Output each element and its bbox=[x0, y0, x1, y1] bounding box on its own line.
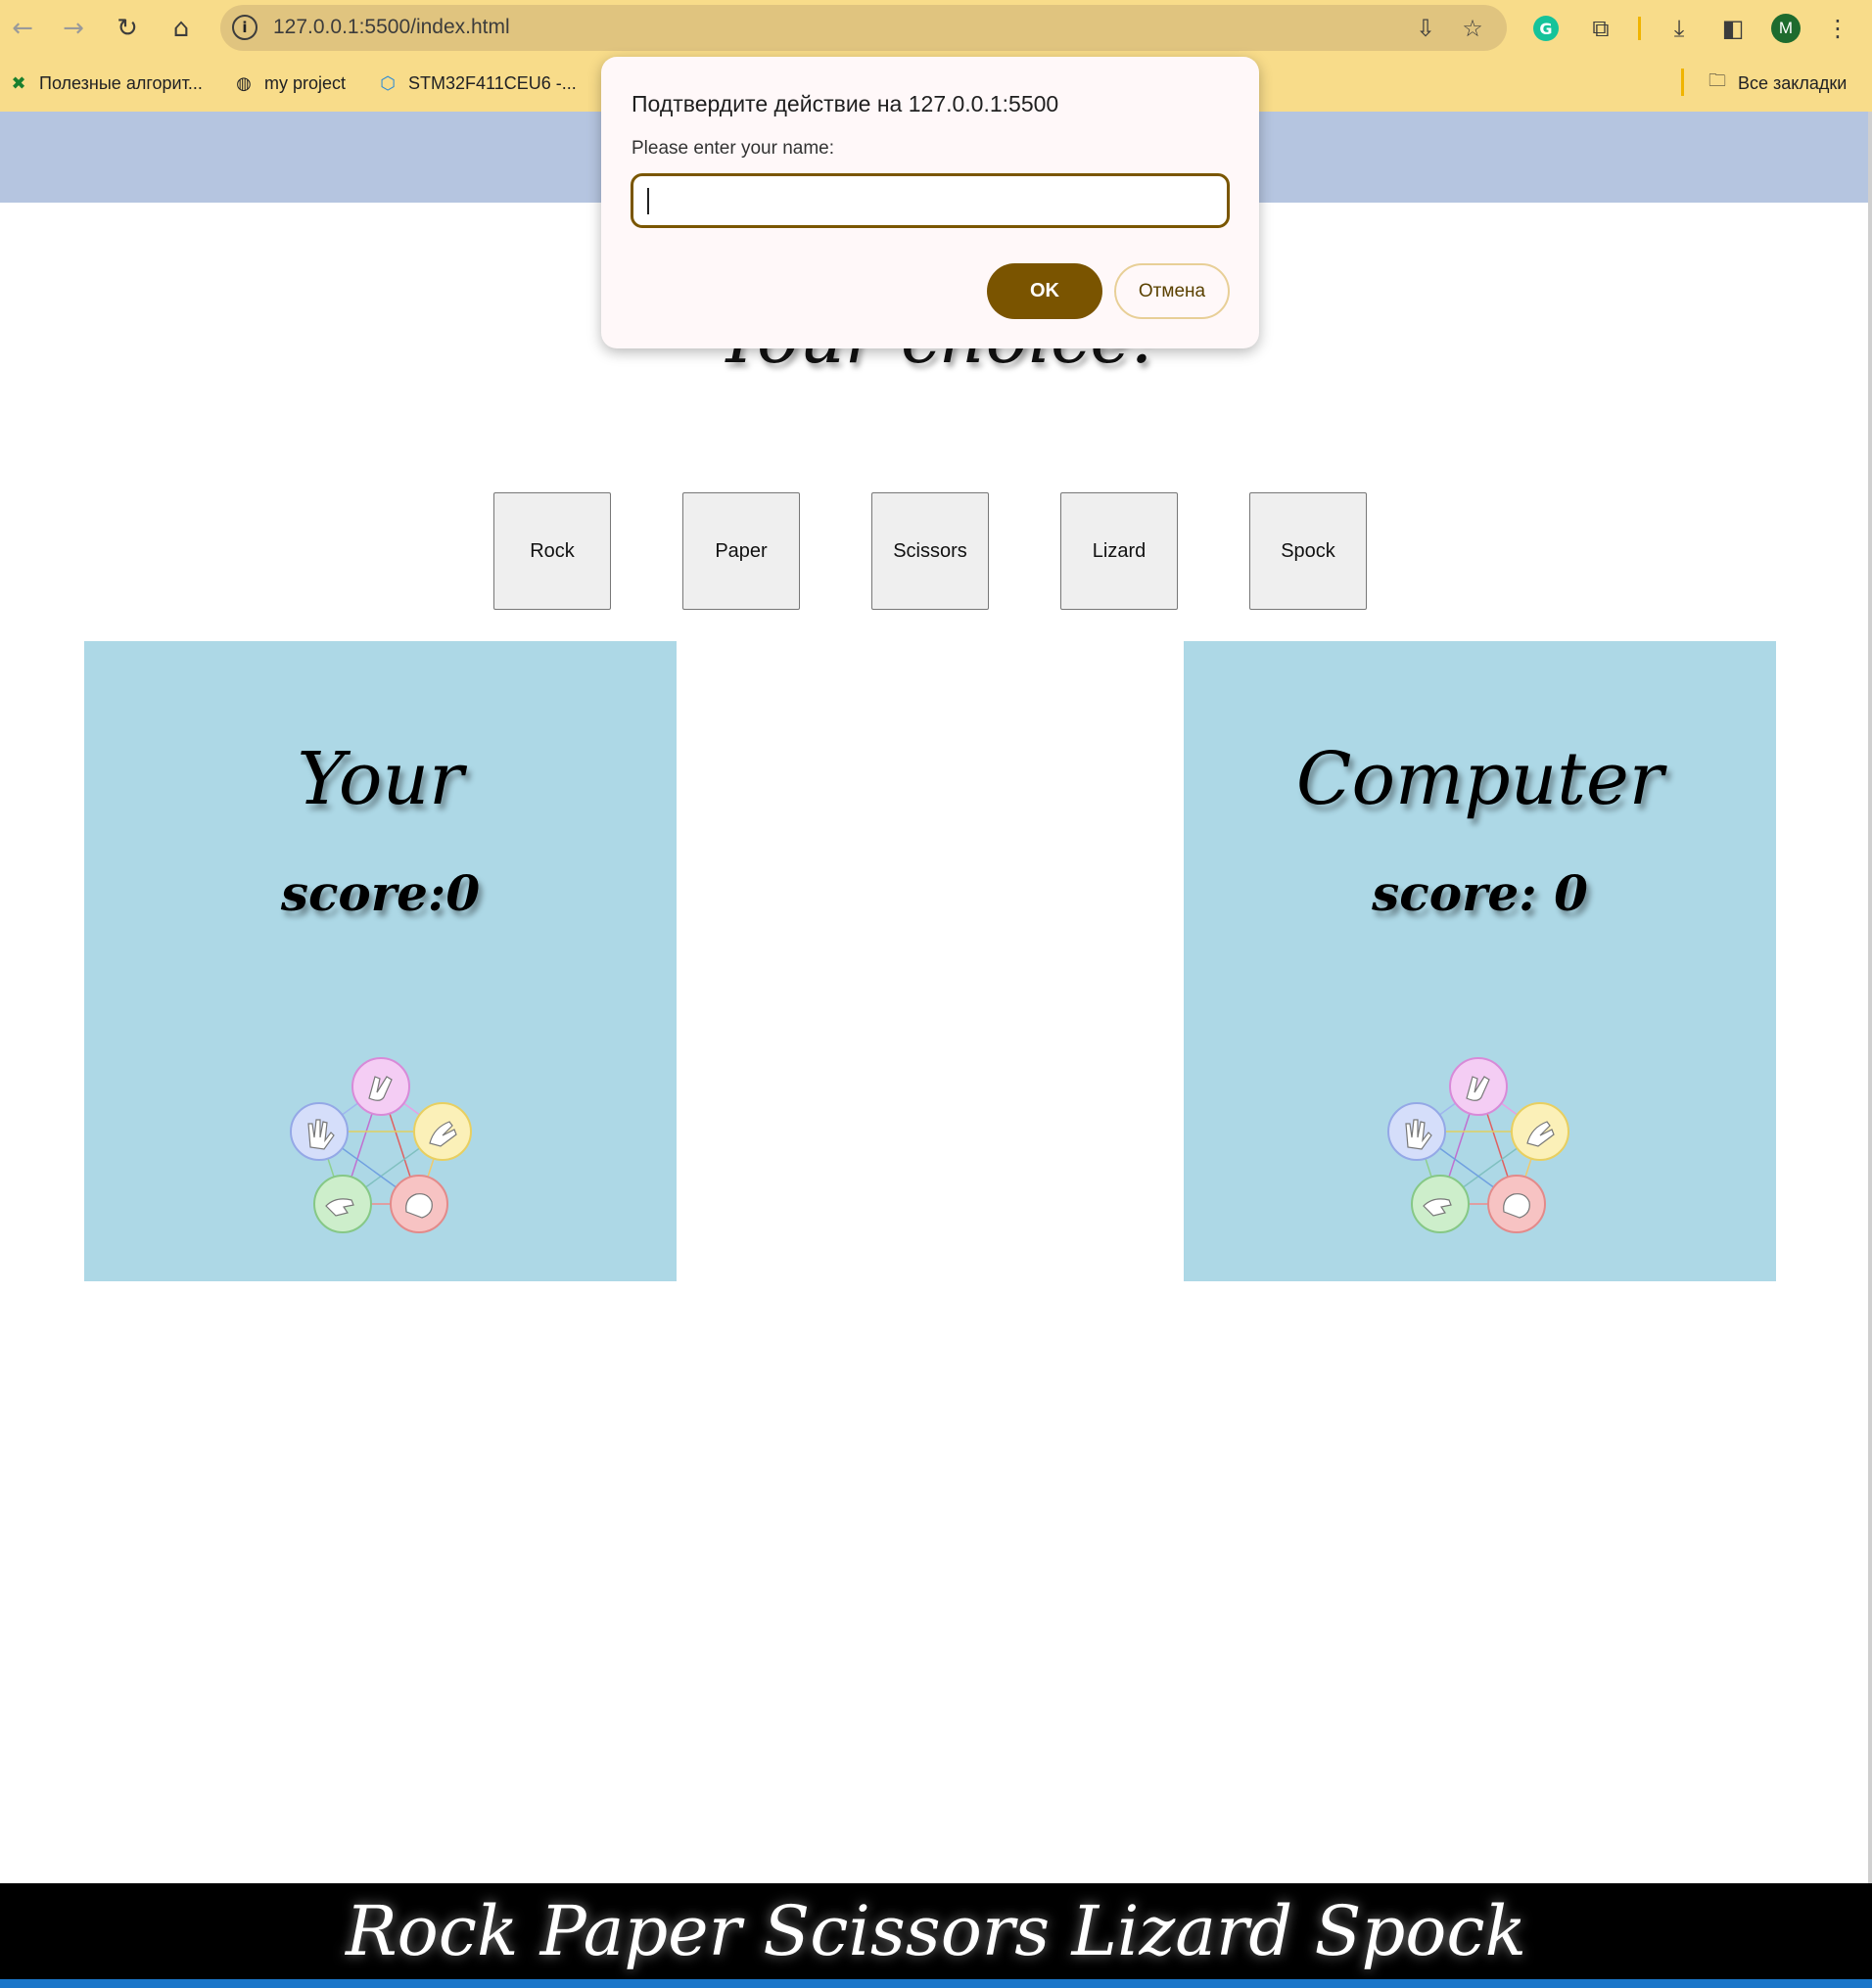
bookmark-item[interactable]: ⬡ STM32F411CEU6 -... bbox=[377, 69, 577, 98]
lizard-button[interactable]: Lizard bbox=[1060, 492, 1178, 610]
dialog-title: Подтвердите действие на 127.0.0.1:5500 bbox=[632, 91, 1059, 116]
rpsls-diagram-icon bbox=[1387, 1057, 1569, 1233]
downloads-icon[interactable]: ⤓ bbox=[1663, 13, 1695, 44]
url-text[interactable]: 127.0.0.1:5500/index.html bbox=[273, 16, 510, 39]
prompt-dialog: Подтвердите действие на 127.0.0.1:5500 P… bbox=[601, 57, 1259, 348]
bookmark-item[interactable]: ◍ my project bbox=[233, 69, 346, 98]
computer-panel-title: Computer bbox=[1295, 737, 1664, 821]
site-info-icon[interactable]: i bbox=[232, 15, 257, 40]
ok-button[interactable]: OK bbox=[987, 263, 1102, 319]
grammarly-icon[interactable]: G bbox=[1530, 13, 1562, 44]
text-caret bbox=[647, 188, 649, 214]
dialog-message: Please enter your name: bbox=[632, 138, 835, 159]
rpsls-diagram-icon bbox=[290, 1057, 472, 1233]
globe-icon: ◍ bbox=[236, 72, 252, 94]
bookmark-label: my project bbox=[264, 72, 347, 93]
menu-icon[interactable]: ⋮ bbox=[1822, 13, 1853, 44]
profile-avatar[interactable]: M bbox=[1770, 13, 1802, 44]
home-icon[interactable]: ⌂ bbox=[164, 12, 198, 45]
bookmark-star-icon[interactable]: ☆ bbox=[1457, 13, 1488, 44]
player-score: score:0 bbox=[280, 864, 481, 922]
bookmarks-divider bbox=[1681, 69, 1684, 96]
computer-score: score: 0 bbox=[1372, 864, 1588, 922]
footer-title: Rock Paper Scissors Lizard Spock bbox=[345, 1891, 1527, 1971]
bookmark-label: Полезные алгорит... bbox=[39, 72, 203, 93]
all-bookmarks-label: Все закладки bbox=[1738, 72, 1848, 93]
hexagon-icon: ⬡ bbox=[380, 72, 396, 94]
all-bookmarks[interactable]: 🗀 Все закладки bbox=[1707, 69, 1847, 98]
name-input[interactable] bbox=[631, 173, 1230, 228]
bookmark-item[interactable]: ✖ Полезные алгорит... bbox=[8, 69, 203, 98]
extensions-icon[interactable]: ⧉ bbox=[1585, 13, 1616, 44]
tools-icon: ✖ bbox=[11, 72, 26, 94]
folder-icon: 🗀 bbox=[1708, 70, 1726, 91]
install-app-icon[interactable]: ⇩ bbox=[1410, 13, 1441, 44]
reload-icon[interactable]: ↻ bbox=[111, 12, 144, 45]
taskbar-strip bbox=[0, 1979, 1872, 1988]
spock-button[interactable]: Spock bbox=[1249, 492, 1367, 610]
bookmark-label: STM32F411CEU6 -... bbox=[408, 72, 577, 93]
paper-button[interactable]: Paper bbox=[682, 492, 800, 610]
toolbar-divider bbox=[1638, 17, 1641, 40]
cancel-button[interactable]: Отмена bbox=[1114, 263, 1230, 319]
player-score-panel: Your score:0 bbox=[84, 641, 677, 1281]
back-icon[interactable]: ← bbox=[6, 12, 39, 45]
player-panel-title: Your bbox=[297, 737, 464, 821]
side-panel-icon[interactable]: ◧ bbox=[1717, 13, 1749, 44]
rock-button[interactable]: Rock bbox=[493, 492, 611, 610]
forward-icon[interactable]: → bbox=[57, 12, 90, 45]
scissors-button[interactable]: Scissors bbox=[871, 492, 989, 610]
computer-score-panel: Computer score: 0 bbox=[1184, 641, 1776, 1281]
